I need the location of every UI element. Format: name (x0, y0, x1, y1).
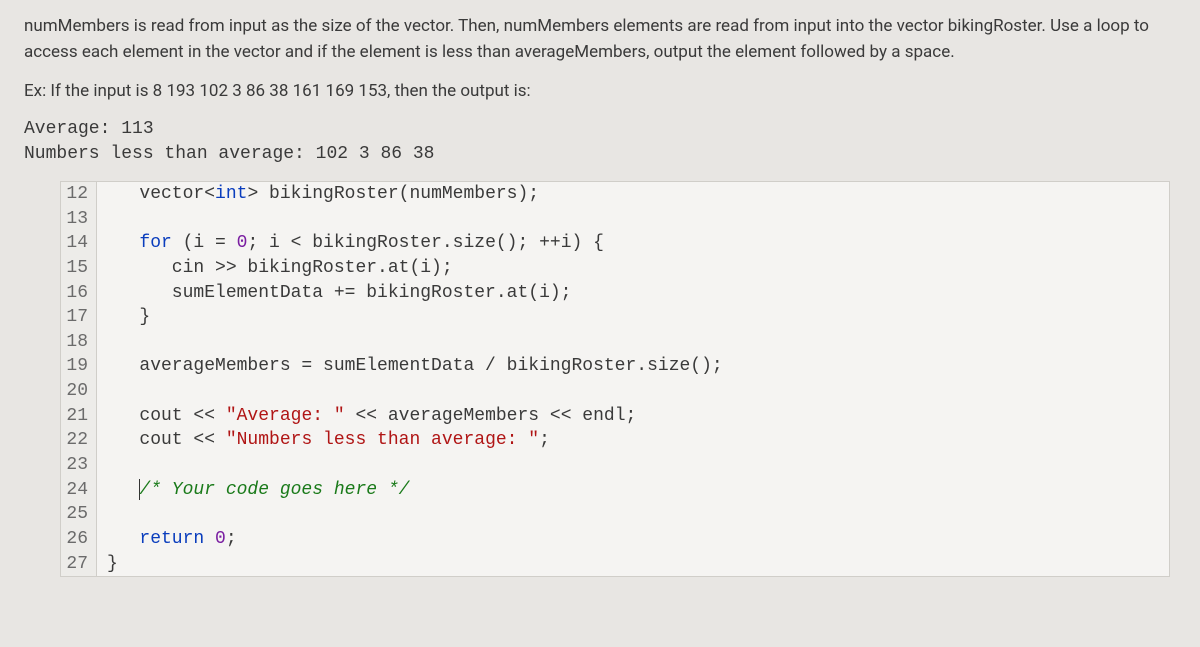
token: ; (226, 529, 237, 549)
line-number: 26 (61, 527, 97, 552)
token: ; i < bikingRoster.size(); ++i) { (247, 233, 603, 253)
token: } (107, 307, 150, 327)
code-line[interactable]: 16 sumElementData += bikingRoster.at(i); (61, 281, 1169, 306)
code-line[interactable]: 21 cout << "Average: " << averageMembers… (61, 404, 1169, 429)
line-number: 21 (61, 404, 97, 429)
token-kw: for (139, 233, 171, 253)
code-text[interactable] (97, 207, 107, 232)
code-text[interactable] (97, 330, 107, 355)
line-number: 17 (61, 305, 97, 330)
line-number: 16 (61, 281, 97, 306)
token: averageMembers = sumElementData / biking… (107, 356, 723, 376)
token-comment: /* Your code goes here */ (139, 480, 409, 500)
code-text[interactable]: cout << "Numbers less than average: "; (97, 428, 550, 453)
prompt-text: numMembers is read from input as the siz… (24, 14, 1176, 65)
code-line[interactable]: 13 (61, 207, 1169, 232)
token-str: "Average: " (226, 406, 345, 426)
line-number: 13 (61, 207, 97, 232)
line-number: 18 (61, 330, 97, 355)
line-number: 25 (61, 502, 97, 527)
token (107, 529, 139, 549)
token (107, 233, 139, 253)
code-line[interactable]: 20 (61, 379, 1169, 404)
code-line[interactable]: 17 } (61, 305, 1169, 330)
code-text[interactable]: for (i = 0; i < bikingRoster.size(); ++i… (97, 231, 604, 256)
line-number: 20 (61, 379, 97, 404)
token (107, 480, 139, 500)
code-text[interactable] (97, 379, 107, 404)
line-number: 15 (61, 256, 97, 281)
token: sumElementData += bikingRoster.at(i); (107, 283, 571, 303)
code-line[interactable]: 27} (61, 552, 1169, 577)
token: << averageMembers << endl; (345, 406, 637, 426)
token: (i = (172, 233, 237, 253)
code-text[interactable]: cout << "Average: " << averageMembers <<… (97, 404, 636, 429)
code-line[interactable]: 24 /* Your code goes here */ (61, 478, 1169, 503)
expected-output: Average: 113 Numbers less than average: … (24, 117, 1176, 167)
token: cout << (107, 430, 226, 450)
code-text[interactable]: return 0; (97, 527, 237, 552)
code-text[interactable] (97, 453, 107, 478)
code-text[interactable]: averageMembers = sumElementData / biking… (97, 354, 723, 379)
code-line[interactable]: 14 for (i = 0; i < bikingRoster.size(); … (61, 231, 1169, 256)
token: vector< (107, 184, 215, 204)
token: ; (539, 430, 550, 450)
token: cin >> bikingRoster.at(i); (107, 258, 453, 278)
code-line[interactable]: 12 vector<int> bikingRoster(numMembers); (61, 182, 1169, 207)
line-number: 24 (61, 478, 97, 503)
token-str: "Numbers less than average: " (226, 430, 539, 450)
line-number: 22 (61, 428, 97, 453)
line-number: 27 (61, 552, 97, 577)
code-text[interactable]: /* Your code goes here */ (97, 478, 409, 503)
line-number: 14 (61, 231, 97, 256)
example-label: Ex: If the input is 8 193 102 3 86 38 16… (24, 79, 1176, 105)
line-number: 23 (61, 453, 97, 478)
code-line[interactable]: 23 (61, 453, 1169, 478)
token: } (107, 554, 118, 574)
code-text[interactable] (97, 502, 107, 527)
token-type: int (215, 184, 247, 204)
token: > bikingRoster(numMembers); (247, 184, 539, 204)
token: cout << (107, 406, 226, 426)
line-number: 12 (61, 182, 97, 207)
line-number: 19 (61, 354, 97, 379)
token-kw: return (139, 529, 204, 549)
token-num: 0 (215, 529, 226, 549)
token-num: 0 (237, 233, 248, 253)
code-text[interactable]: vector<int> bikingRoster(numMembers); (97, 182, 539, 207)
output-line-2: Numbers less than average: 102 3 86 38 (24, 142, 1176, 167)
problem-prompt: numMembers is read from input as the siz… (24, 14, 1176, 65)
code-line[interactable]: 19 averageMembers = sumElementData / bik… (61, 354, 1169, 379)
code-text[interactable]: } (97, 305, 150, 330)
code-line[interactable]: 18 (61, 330, 1169, 355)
output-line-1: Average: 113 (24, 117, 1176, 142)
code-line[interactable]: 25 (61, 502, 1169, 527)
code-line[interactable]: 15 cin >> bikingRoster.at(i); (61, 256, 1169, 281)
code-line[interactable]: 22 cout << "Numbers less than average: "… (61, 428, 1169, 453)
code-text[interactable]: sumElementData += bikingRoster.at(i); (97, 281, 571, 306)
token (204, 529, 215, 549)
code-text[interactable]: cin >> bikingRoster.at(i); (97, 256, 453, 281)
code-editor[interactable]: 12 vector<int> bikingRoster(numMembers);… (60, 181, 1170, 578)
code-text[interactable]: } (97, 552, 118, 577)
code-line[interactable]: 26 return 0; (61, 527, 1169, 552)
